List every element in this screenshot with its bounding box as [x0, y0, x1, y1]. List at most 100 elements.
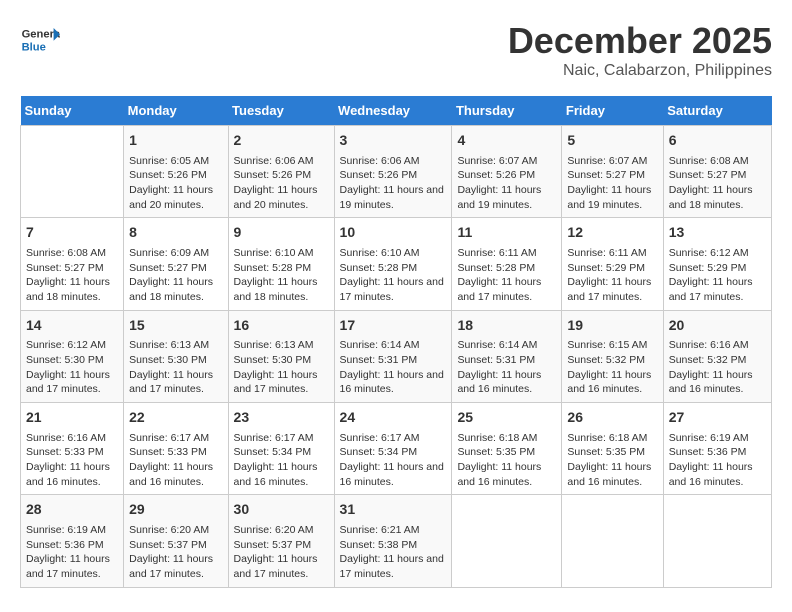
day-info: Sunrise: 6:20 AMSunset: 5:37 PMDaylight:…: [129, 523, 222, 582]
day-number: 6: [669, 131, 766, 151]
calendar-cell: 25Sunrise: 6:18 AMSunset: 5:35 PMDayligh…: [452, 403, 562, 495]
calendar-cell: 7 Sunrise: 6:08 AMSunset: 5:27 PMDaylight…: [21, 218, 124, 310]
calendar-cell: 11Sunrise: 6:11 AMSunset: 5:28 PMDayligh…: [452, 218, 562, 310]
day-number: 20: [669, 316, 766, 336]
calendar-cell: 15Sunrise: 6:13 AMSunset: 5:30 PMDayligh…: [124, 310, 228, 402]
day-number: 21: [26, 408, 118, 428]
day-number: 5: [567, 131, 657, 151]
calendar-cell: 23 Sunrise: 6:17 AMSunset: 5:34 PMDayligh…: [228, 403, 334, 495]
calendar-cell: 27 Sunrise: 6:19 AMSunset: 5:36 PMDayligh…: [663, 403, 771, 495]
calendar-cell: 16Sunrise: 6:13 AMSunset: 5:30 PMDayligh…: [228, 310, 334, 402]
day-info: Sunrise: 6:17 AMSunset: 5:33 PMDaylight:…: [129, 431, 222, 490]
day-info: Sunrise: 6:19 AMSunset: 5:36 PMDaylight:…: [26, 523, 118, 582]
calendar-cell: 10 Sunrise: 6:10 AMSunset: 5:28 PMDayligh…: [334, 218, 452, 310]
day-info: Sunrise: 6:11 AMSunset: 5:29 PMDaylight:…: [567, 246, 657, 305]
title-block: December 2025 Naic, Calabarzon, Philippi…: [508, 20, 772, 80]
day-info: Sunrise: 6:21 AMSunset: 5:38 PMDaylight:…: [340, 523, 447, 582]
day-number: 11: [457, 223, 556, 243]
day-number: 4: [457, 131, 556, 151]
day-info: Sunrise: 6:17 AMSunset: 5:34 PMDaylight:…: [234, 431, 329, 490]
weekday-wednesday: Wednesday: [334, 96, 452, 126]
weekday-friday: Friday: [562, 96, 663, 126]
day-info: Sunrise: 6:07 AMSunset: 5:26 PMDaylight:…: [457, 154, 556, 213]
day-info: Sunrise: 6:10 AMSunset: 5:28 PMDaylight:…: [234, 246, 329, 305]
day-info: Sunrise: 6:20 AMSunset: 5:37 PMDaylight:…: [234, 523, 329, 582]
day-number: 13: [669, 223, 766, 243]
calendar-cell: 14Sunrise: 6:12 AMSunset: 5:30 PMDayligh…: [21, 310, 124, 402]
calendar-cell: 20Sunrise: 6:16 AMSunset: 5:32 PMDayligh…: [663, 310, 771, 402]
day-info: Sunrise: 6:18 AMSunset: 5:35 PMDaylight:…: [567, 431, 657, 490]
day-info: Sunrise: 6:08 AMSunset: 5:27 PMDaylight:…: [669, 154, 766, 213]
calendar-cell: 13 Sunrise: 6:12 AMSunset: 5:29 PMDayligh…: [663, 218, 771, 310]
day-info: Sunrise: 6:16 AMSunset: 5:32 PMDaylight:…: [669, 338, 766, 397]
day-info: Sunrise: 6:14 AMSunset: 5:31 PMDaylight:…: [457, 338, 556, 397]
day-info: Sunrise: 6:14 AMSunset: 5:31 PMDaylight:…: [340, 338, 447, 397]
day-info: Sunrise: 6:07 AMSunset: 5:27 PMDaylight:…: [567, 154, 657, 213]
calendar-cell: 24Sunrise: 6:17 AMSunset: 5:34 PMDayligh…: [334, 403, 452, 495]
calendar-cell: 31 Sunrise: 6:21 AMSunset: 5:38 PMDayligh…: [334, 495, 452, 587]
week-row-4: 21Sunrise: 6:16 AMSunset: 5:33 PMDayligh…: [21, 403, 772, 495]
day-info: Sunrise: 6:18 AMSunset: 5:35 PMDaylight:…: [457, 431, 556, 490]
day-info: Sunrise: 6:06 AMSunset: 5:26 PMDaylight:…: [234, 154, 329, 213]
calendar-cell: [21, 126, 124, 218]
week-row-1: 1Sunrise: 6:05 AMSunset: 5:26 PMDaylight…: [21, 126, 772, 218]
day-number: 18: [457, 316, 556, 336]
day-info: Sunrise: 6:08 AMSunset: 5:27 PMDaylight:…: [26, 246, 118, 305]
logo-icon: General Blue: [20, 20, 60, 60]
weekday-thursday: Thursday: [452, 96, 562, 126]
calendar-cell: 18Sunrise: 6:14 AMSunset: 5:31 PMDayligh…: [452, 310, 562, 402]
day-number: 23: [234, 408, 329, 428]
day-number: 2: [234, 131, 329, 151]
day-info: Sunrise: 6:19 AMSunset: 5:36 PMDaylight:…: [669, 431, 766, 490]
weekday-monday: Monday: [124, 96, 228, 126]
subtitle: Naic, Calabarzon, Philippines: [508, 62, 772, 80]
calendar-cell: 22 Sunrise: 6:17 AMSunset: 5:33 PMDayligh…: [124, 403, 228, 495]
day-number: 30: [234, 500, 329, 520]
calendar-cell: 6 Sunrise: 6:08 AMSunset: 5:27 PMDaylight…: [663, 126, 771, 218]
calendar-cell: 19Sunrise: 6:15 AMSunset: 5:32 PMDayligh…: [562, 310, 663, 402]
calendar-cell: 30 Sunrise: 6:20 AMSunset: 5:37 PMDayligh…: [228, 495, 334, 587]
day-info: Sunrise: 6:06 AMSunset: 5:26 PMDaylight:…: [340, 154, 447, 213]
calendar-cell: 2 Sunrise: 6:06 AMSunset: 5:26 PMDaylight…: [228, 126, 334, 218]
day-number: 17: [340, 316, 447, 336]
day-info: Sunrise: 6:10 AMSunset: 5:28 PMDaylight:…: [340, 246, 447, 305]
weekday-saturday: Saturday: [663, 96, 771, 126]
day-number: 26: [567, 408, 657, 428]
day-number: 28: [26, 500, 118, 520]
calendar-cell: 28 Sunrise: 6:19 AMSunset: 5:36 PMDayligh…: [21, 495, 124, 587]
day-info: Sunrise: 6:15 AMSunset: 5:32 PMDaylight:…: [567, 338, 657, 397]
calendar-cell: 21Sunrise: 6:16 AMSunset: 5:33 PMDayligh…: [21, 403, 124, 495]
calendar-cell: [562, 495, 663, 587]
day-number: 16: [234, 316, 329, 336]
day-info: Sunrise: 6:12 AMSunset: 5:30 PMDaylight:…: [26, 338, 118, 397]
day-number: 3: [340, 131, 447, 151]
week-row-2: 7 Sunrise: 6:08 AMSunset: 5:27 PMDaylight…: [21, 218, 772, 310]
day-number: 22: [129, 408, 222, 428]
calendar-cell: 1Sunrise: 6:05 AMSunset: 5:26 PMDaylight…: [124, 126, 228, 218]
day-number: 10: [340, 223, 447, 243]
day-number: 14: [26, 316, 118, 336]
day-info: Sunrise: 6:12 AMSunset: 5:29 PMDaylight:…: [669, 246, 766, 305]
calendar-cell: 9Sunrise: 6:10 AMSunset: 5:28 PMDaylight…: [228, 218, 334, 310]
weekday-row: SundayMondayTuesdayWednesdayThursdayFrid…: [21, 96, 772, 126]
day-info: Sunrise: 6:05 AMSunset: 5:26 PMDaylight:…: [129, 154, 222, 213]
day-number: 15: [129, 316, 222, 336]
weekday-tuesday: Tuesday: [228, 96, 334, 126]
week-row-5: 28 Sunrise: 6:19 AMSunset: 5:36 PMDayligh…: [21, 495, 772, 587]
day-number: 7: [26, 223, 118, 243]
day-number: 19: [567, 316, 657, 336]
calendar-cell: 17Sunrise: 6:14 AMSunset: 5:31 PMDayligh…: [334, 310, 452, 402]
calendar-body: 1Sunrise: 6:05 AMSunset: 5:26 PMDaylight…: [21, 126, 772, 588]
calendar-cell: 4 Sunrise: 6:07 AMSunset: 5:26 PMDaylight…: [452, 126, 562, 218]
day-number: 31: [340, 500, 447, 520]
page-header: General Blue December 2025 Naic, Calabar…: [20, 20, 772, 80]
week-row-3: 14Sunrise: 6:12 AMSunset: 5:30 PMDayligh…: [21, 310, 772, 402]
calendar-cell: 26 Sunrise: 6:18 AMSunset: 5:35 PMDayligh…: [562, 403, 663, 495]
svg-text:Blue: Blue: [22, 41, 46, 53]
day-info: Sunrise: 6:13 AMSunset: 5:30 PMDaylight:…: [234, 338, 329, 397]
day-number: 27: [669, 408, 766, 428]
calendar-cell: [452, 495, 562, 587]
day-info: Sunrise: 6:13 AMSunset: 5:30 PMDaylight:…: [129, 338, 222, 397]
logo: General Blue: [20, 20, 60, 60]
day-number: 8: [129, 223, 222, 243]
